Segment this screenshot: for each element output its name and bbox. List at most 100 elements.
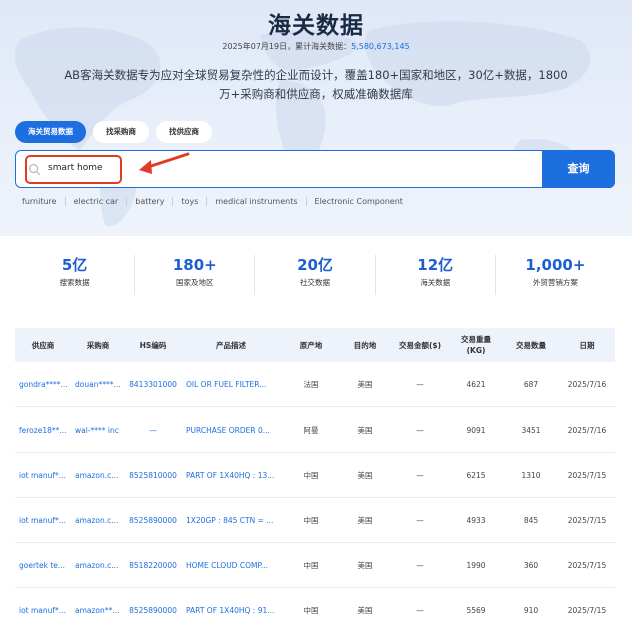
hot-keywords: furniture electric car battery toys medi… bbox=[22, 197, 403, 206]
cell-quantity: 687 bbox=[523, 380, 539, 389]
stat-date: 2025年07月19日，累计海关数据： bbox=[222, 42, 352, 51]
cell-hs-code[interactable]: 8525810000 bbox=[128, 453, 178, 498]
hero-banner: 海关数据 2025年07月19日，累计海关数据：5,580,673,145 AB… bbox=[0, 0, 632, 236]
cell-supplier[interactable]: iot manuf*... bbox=[19, 498, 73, 543]
stat-count: 5,580,673,145 bbox=[351, 42, 410, 51]
metric-label: 海关数据 bbox=[420, 278, 451, 287]
metric-marketing-solutions: 1,000+ 外贸营销方案 bbox=[496, 255, 615, 295]
description: AB客海关数据专为应对全球贸易复杂性的企业而设计，覆盖180+国家和地区，30亿… bbox=[64, 68, 568, 101]
cell-supplier[interactable]: gondra****... bbox=[19, 362, 73, 407]
cell-buyer[interactable]: amazon.c... bbox=[75, 453, 125, 498]
cell-supplier[interactable]: iot manuf*... bbox=[19, 588, 73, 631]
cell-quantity: 910 bbox=[523, 606, 539, 615]
cell-destination: 美国 bbox=[357, 516, 373, 525]
page-title: 海关数据 bbox=[268, 13, 364, 39]
keyword-electronic-component[interactable]: Electronic Component bbox=[315, 197, 403, 206]
cell-origin: 中国 bbox=[303, 471, 319, 480]
annotation-arrow-icon bbox=[139, 152, 190, 174]
cell-buyer[interactable]: wal-**** inc bbox=[75, 408, 125, 453]
cell-product-description[interactable]: PART OF 1X40HQ : 91... bbox=[186, 588, 286, 631]
cell-quantity: 360 bbox=[523, 561, 539, 570]
cell-amount: — bbox=[416, 561, 424, 570]
metrics-bar: 5亿 搜索数据 180+ 国家及地区 20亿 社交数据 12亿 海关数据 1,0… bbox=[15, 255, 615, 295]
cell-buyer[interactable]: amazon.c... bbox=[75, 543, 125, 588]
cell-origin: 中国 bbox=[303, 561, 319, 570]
metric-social-data: 20亿 社交数据 bbox=[255, 255, 376, 295]
cell-buyer[interactable]: douan****... bbox=[75, 362, 125, 407]
cell-hs-code[interactable]: — bbox=[128, 408, 178, 453]
table-header: 供应商 采购商 HS编码 产品描述 原产地 目的地 交易金额($) 交易重量(K… bbox=[15, 328, 615, 362]
table-row[interactable]: goertek te... amazon.c... 8518220000 HOME C… bbox=[15, 543, 615, 588]
metric-value: 12亿 bbox=[417, 256, 454, 274]
cell-supplier[interactable]: goertek te... bbox=[19, 543, 73, 588]
keyword-electric-car[interactable]: electric car bbox=[74, 197, 119, 206]
cell-amount: — bbox=[416, 606, 424, 615]
search-button[interactable]: 查询 bbox=[542, 150, 615, 188]
divider bbox=[64, 197, 66, 206]
col-amount: 交易金额($) bbox=[398, 340, 442, 350]
cell-weight: 1990 bbox=[466, 561, 486, 570]
col-origin: 原产地 bbox=[299, 340, 323, 350]
cell-weight: 5569 bbox=[466, 606, 486, 615]
cell-product-description[interactable]: PURCHASE ORDER 0... bbox=[186, 408, 286, 453]
cell-buyer[interactable]: amazon.c... bbox=[75, 498, 125, 543]
col-product-description: 产品描述 bbox=[216, 340, 246, 350]
cell-product-description[interactable]: OIL OR FUEL FILTER... bbox=[186, 362, 286, 407]
divider bbox=[172, 197, 174, 206]
cell-supplier[interactable]: iot manuf*... bbox=[19, 453, 73, 498]
metric-value: 20亿 bbox=[297, 256, 333, 274]
table-row[interactable]: iot manuf*... amazon.c... 8525810000 PART O… bbox=[15, 453, 615, 498]
cell-product-description[interactable]: PART OF 1X40HQ : 13... bbox=[186, 453, 286, 498]
cell-date: 2025/7/15 bbox=[567, 471, 607, 480]
table-row[interactable]: iot manuf*... amazon**... 8525890000 PART O… bbox=[15, 588, 615, 631]
divider bbox=[126, 197, 128, 206]
metric-customs-data: 12亿 海关数据 bbox=[376, 255, 496, 295]
cell-product-description[interactable]: 1X20GP : 845 CTN = ... bbox=[186, 498, 286, 543]
keyword-battery[interactable]: battery bbox=[135, 197, 164, 206]
col-weight: 交易重量(KG) bbox=[461, 335, 491, 355]
metric-label: 搜索数据 bbox=[59, 278, 90, 287]
cell-amount: — bbox=[416, 471, 424, 480]
divider bbox=[305, 197, 307, 206]
cell-destination: 美国 bbox=[357, 606, 373, 615]
cell-quantity: 1310 bbox=[521, 471, 541, 480]
cell-amount: — bbox=[416, 516, 424, 525]
divider bbox=[206, 197, 208, 206]
cell-product-description[interactable]: HOME CLOUD COMP... bbox=[186, 543, 286, 588]
cell-origin: 中国 bbox=[303, 606, 319, 615]
cell-hs-code[interactable]: 8413301000 bbox=[128, 362, 178, 407]
col-supplier: 供应商 bbox=[31, 340, 55, 350]
tab-find-suppliers[interactable]: 找供应商 bbox=[156, 121, 212, 143]
table-row[interactable]: iot manuf*... amazon.c... 8525890000 1X20GP… bbox=[15, 498, 615, 543]
cell-supplier[interactable]: feroze18**... bbox=[19, 408, 73, 453]
cell-weight: 6215 bbox=[466, 471, 486, 480]
table-row[interactable]: feroze18**... wal-**** inc — PURCHASE ORDER… bbox=[15, 408, 615, 453]
metric-value: 5亿 bbox=[61, 256, 88, 274]
cell-hs-code[interactable]: 8525890000 bbox=[128, 498, 178, 543]
cell-hs-code[interactable]: 8518220000 bbox=[128, 543, 178, 588]
keyword-furniture[interactable]: furniture bbox=[22, 197, 57, 206]
cell-quantity: 845 bbox=[523, 516, 539, 525]
metric-value: 180+ bbox=[172, 256, 217, 274]
cell-quantity: 3451 bbox=[521, 426, 541, 435]
cell-destination: 美国 bbox=[357, 380, 373, 389]
cell-date: 2025/7/16 bbox=[567, 426, 607, 435]
col-quantity: 交易数量 bbox=[516, 340, 546, 350]
cell-destination: 美国 bbox=[357, 471, 373, 480]
search-type-tabs: 海关贸易数据 找采购商 找供应商 bbox=[15, 121, 212, 143]
metric-label: 外贸营销方案 bbox=[532, 278, 578, 287]
tab-find-buyers[interactable]: 找采购商 bbox=[93, 121, 149, 143]
metric-countries: 180+ 国家及地区 bbox=[135, 255, 256, 295]
cell-date: 2025/7/15 bbox=[567, 561, 607, 570]
metric-label: 社交数据 bbox=[300, 278, 330, 287]
cell-buyer[interactable]: amazon**... bbox=[75, 588, 125, 631]
cell-destination: 美国 bbox=[357, 561, 373, 570]
cell-weight: 4933 bbox=[466, 516, 486, 525]
keyword-medical-instruments[interactable]: medical instruments bbox=[215, 197, 297, 206]
annotation-highlight-box bbox=[25, 155, 122, 184]
table-row[interactable]: gondra****... douan****... 8413301000 OIL O… bbox=[15, 362, 615, 407]
cell-hs-code[interactable]: 8525890000 bbox=[128, 588, 178, 631]
metric-label: 国家及地区 bbox=[176, 278, 214, 287]
tab-customs-data[interactable]: 海关贸易数据 bbox=[15, 121, 86, 143]
keyword-toys[interactable]: toys bbox=[181, 197, 198, 206]
